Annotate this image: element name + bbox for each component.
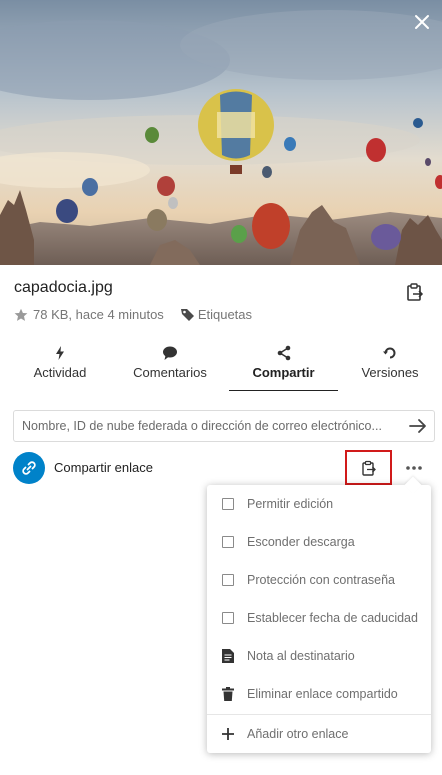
menu-item-label: Esconder descarga: [247, 535, 355, 549]
menu-item-note[interactable]: Nota al destinatario: [207, 637, 431, 675]
close-icon[interactable]: [410, 10, 434, 34]
menu-item-label: Protección con contraseña: [247, 573, 396, 587]
tab-label: Versiones: [361, 365, 419, 380]
menu-item-hide-download[interactable]: Esconder descarga: [207, 523, 431, 561]
menu-item-allow-edit[interactable]: Permitir edición: [207, 485, 431, 523]
tab-share[interactable]: Compartir: [229, 345, 338, 391]
share-link-menu: Permitir edición Esconder descarga Prote…: [207, 476, 431, 753]
more-options-icon[interactable]: [404, 458, 424, 478]
menu-item-label: Permitir edición: [247, 497, 334, 511]
file-preview-image: [0, 0, 442, 265]
menu-item-expiration[interactable]: Establecer fecha de caducidad: [207, 599, 431, 637]
file-size-time: 78 KB, hace 4 minutos: [33, 307, 164, 322]
link-avatar: [13, 452, 45, 484]
tab-label: Compartir: [252, 365, 315, 380]
tab-label: Comentarios: [133, 365, 207, 380]
share-search-input[interactable]: [13, 410, 435, 442]
copy-link-button[interactable]: [345, 450, 392, 485]
plus-icon: [222, 728, 234, 740]
checkbox[interactable]: [222, 574, 234, 586]
tab-comments[interactable]: Comentarios: [125, 345, 215, 391]
tab-label: Actividad: [33, 365, 87, 380]
share-link-label: Compartir enlace: [54, 460, 153, 475]
note-icon: [222, 649, 234, 663]
menu-item-label: Establecer fecha de caducidad: [247, 611, 418, 625]
menu-item-label: Añadir otro enlace: [247, 727, 349, 741]
tags-link[interactable]: Etiquetas: [198, 307, 252, 322]
comment-icon: [163, 346, 177, 360]
menu-item-add-link[interactable]: Añadir otro enlace: [207, 715, 431, 753]
arrow-right-icon[interactable]: [408, 417, 428, 435]
menu-item-delete-link[interactable]: Eliminar enlace compartido: [207, 675, 431, 713]
checkbox[interactable]: [222, 612, 234, 624]
history-icon: [383, 347, 396, 359]
sidebar-tabs: Actividad Comentarios Compartir Versione…: [0, 345, 442, 391]
tab-activity[interactable]: Actividad: [20, 345, 100, 391]
share-icon: [277, 345, 290, 361]
trash-icon: [222, 687, 234, 701]
clipboard-icon: [362, 460, 376, 476]
link-icon: [22, 461, 36, 475]
menu-item-password[interactable]: Protección con contraseña: [207, 561, 431, 599]
clipboard-icon[interactable]: [405, 282, 425, 302]
checkbox[interactable]: [222, 498, 234, 510]
tab-versions[interactable]: Versiones: [350, 345, 430, 391]
menu-item-label: Eliminar enlace compartido: [247, 687, 398, 701]
menu-item-label: Nota al destinatario: [247, 649, 355, 663]
bolt-icon: [56, 346, 64, 360]
tag-icon: [180, 309, 194, 321]
checkbox[interactable]: [222, 536, 234, 548]
file-meta: 78 KB, hace 4 minutos Etiquetas: [14, 307, 252, 322]
file-name: capadocia.jpg: [14, 279, 113, 296]
star-icon[interactable]: [14, 308, 28, 322]
